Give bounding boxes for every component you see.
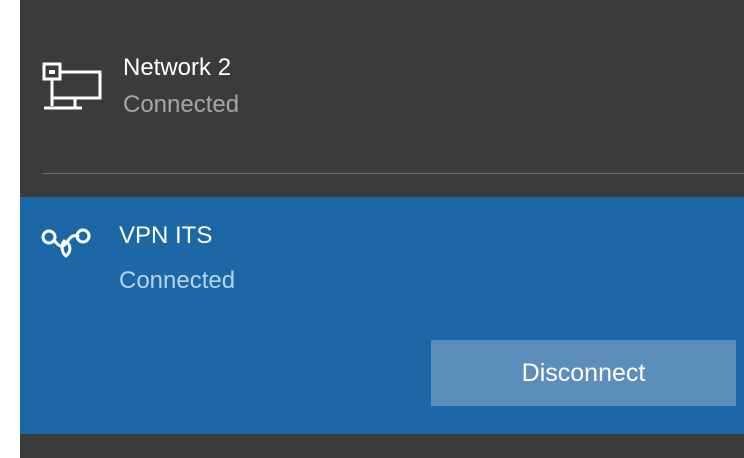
- network-status: Connected: [123, 91, 240, 118]
- vpn-icon: [41, 228, 91, 258]
- wired-network-icon: [42, 62, 102, 110]
- network-list-item-vpn-its[interactable]: VPN ITS Connected Disconnect: [20, 197, 744, 434]
- vpn-name: VPN ITS: [119, 222, 213, 249]
- list-divider: [43, 173, 744, 174]
- network-flyout-panel: Network 2 Connected VPN ITS Connected Di…: [20, 0, 744, 458]
- screenshot-frame: Network 2 Connected VPN ITS Connected Di…: [0, 0, 744, 458]
- network-list-item-network-2[interactable]: Network 2 Connected: [20, 0, 744, 172]
- vpn-status: Connected: [119, 267, 236, 294]
- network-name: Network 2: [123, 54, 232, 81]
- disconnect-button[interactable]: Disconnect: [431, 340, 736, 406]
